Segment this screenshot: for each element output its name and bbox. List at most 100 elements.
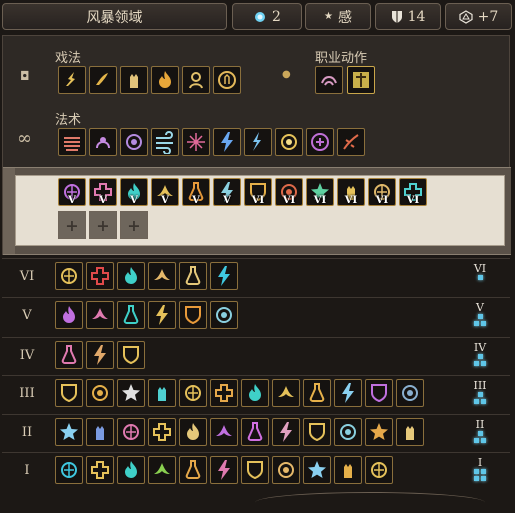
- spell-slot[interactable]: [117, 262, 145, 290]
- spell-slot[interactable]: V: [58, 178, 86, 206]
- spell-slot[interactable]: [337, 128, 365, 156]
- ability-indicator[interactable]: ★ 感: [305, 3, 371, 30]
- spell-slot[interactable]: [86, 379, 114, 407]
- spell-slot[interactable]: [117, 379, 145, 407]
- spell-slot[interactable]: [86, 301, 114, 329]
- spell-slot[interactable]: [210, 262, 238, 290]
- spell-slot[interactable]: [272, 418, 300, 446]
- class-action-slot[interactable]: [347, 66, 375, 94]
- spell-slot[interactable]: [210, 379, 238, 407]
- spell-slot[interactable]: [89, 128, 117, 156]
- spell-slot[interactable]: [334, 456, 362, 484]
- spell-slot[interactable]: V: [182, 178, 210, 206]
- spell-slots-counter[interactable]: 2: [232, 3, 302, 30]
- slot-count-indicator[interactable]: I: [469, 457, 491, 481]
- spell-slot[interactable]: V: [89, 178, 117, 206]
- spell-level-badge: V: [99, 195, 107, 206]
- spell-slot[interactable]: [210, 301, 238, 329]
- spell-slot[interactable]: [210, 456, 238, 484]
- spell-slot[interactable]: [244, 128, 272, 156]
- spell-slot[interactable]: VI: [244, 178, 272, 206]
- slot-count-indicator[interactable]: V: [469, 302, 491, 326]
- spell-slot[interactable]: [58, 128, 86, 156]
- spell-slot[interactable]: [334, 379, 362, 407]
- empty-prepared-slot[interactable]: +: [89, 211, 117, 239]
- slot-count-indicator[interactable]: III: [469, 380, 491, 404]
- spell-slot[interactable]: [241, 456, 269, 484]
- star-icon: [122, 384, 140, 401]
- cantrip-slot[interactable]: [151, 66, 179, 94]
- spell-slot[interactable]: [55, 301, 83, 329]
- spell-slot[interactable]: V: [213, 178, 241, 206]
- spell-slot[interactable]: [117, 456, 145, 484]
- attack-bonus-indicator[interactable]: +7: [445, 3, 512, 30]
- rune-icon: [371, 462, 387, 478]
- spell-slot[interactable]: [55, 262, 83, 290]
- spell-slot[interactable]: [210, 418, 238, 446]
- spell-slot[interactable]: [179, 418, 207, 446]
- spell-slot[interactable]: [365, 418, 393, 446]
- spell-slot[interactable]: VI: [399, 178, 427, 206]
- spell-slot[interactable]: [182, 128, 210, 156]
- spell-slot[interactable]: V: [151, 178, 179, 206]
- spell-slot[interactable]: [86, 456, 114, 484]
- spell-slot[interactable]: [55, 418, 83, 446]
- spell-slot[interactable]: [151, 128, 179, 156]
- spell-slot[interactable]: [86, 341, 114, 369]
- spell-slot[interactable]: [117, 301, 145, 329]
- armor-class-indicator[interactable]: 14: [375, 3, 441, 30]
- spell-slot[interactable]: V: [120, 178, 148, 206]
- spell-slot[interactable]: [55, 341, 83, 369]
- spell-slot[interactable]: [396, 418, 424, 446]
- cantrip-slot[interactable]: [58, 66, 86, 94]
- spell-slot[interactable]: [148, 418, 176, 446]
- spell-slot[interactable]: [55, 456, 83, 484]
- spell-level-badge: VI: [251, 195, 265, 206]
- class-action-slot[interactable]: [315, 66, 343, 94]
- spell-slot[interactable]: [365, 456, 393, 484]
- empty-prepared-slot[interactable]: +: [58, 211, 86, 239]
- spell-slot[interactable]: [148, 262, 176, 290]
- spell-slot[interactable]: [55, 379, 83, 407]
- spell-slot[interactable]: [213, 128, 241, 156]
- spell-slot[interactable]: [334, 418, 362, 446]
- spell-slot[interactable]: VI: [275, 178, 303, 206]
- spell-slot[interactable]: [396, 379, 424, 407]
- spell-slot[interactable]: [117, 341, 145, 369]
- spell-slot[interactable]: [148, 456, 176, 484]
- spell-slot[interactable]: [179, 456, 207, 484]
- cantrip-slot[interactable]: [120, 66, 148, 94]
- empty-prepared-slot[interactable]: +: [120, 211, 148, 239]
- spell-slot[interactable]: [306, 128, 334, 156]
- spell-slot[interactable]: [241, 418, 269, 446]
- cantrip-slot[interactable]: [182, 66, 210, 94]
- spell-slot[interactable]: [303, 379, 331, 407]
- spell-slot[interactable]: [86, 418, 114, 446]
- slot-count-indicator[interactable]: II: [469, 419, 491, 443]
- slot-count-indicator[interactable]: IV: [469, 342, 491, 366]
- bolt-icon: [280, 422, 292, 442]
- spell-slot[interactable]: [303, 418, 331, 446]
- spell-slot[interactable]: [272, 456, 300, 484]
- spell-slot[interactable]: [365, 379, 393, 407]
- spell-slot[interactable]: [148, 301, 176, 329]
- spell-slot[interactable]: [179, 301, 207, 329]
- spell-slot[interactable]: VI: [368, 178, 396, 206]
- spell-slot[interactable]: VI: [306, 178, 334, 206]
- spell-slot[interactable]: [120, 128, 148, 156]
- slot-count-indicator[interactable]: VI: [469, 263, 491, 280]
- spell-slot[interactable]: [303, 456, 331, 484]
- spell-slot[interactable]: [179, 262, 207, 290]
- spell-slot[interactable]: [148, 379, 176, 407]
- row-level-numeral: VI: [473, 262, 487, 275]
- spell-slot[interactable]: [179, 379, 207, 407]
- spell-slot[interactable]: [241, 379, 269, 407]
- cantrip-slot[interactable]: [213, 66, 241, 94]
- spell-slot[interactable]: [117, 418, 145, 446]
- spell-slot[interactable]: [86, 262, 114, 290]
- class-tab-title[interactable]: 风暴领域: [2, 3, 227, 30]
- cantrip-slot[interactable]: [89, 66, 117, 94]
- spell-slot[interactable]: [272, 379, 300, 407]
- spell-slot[interactable]: [275, 128, 303, 156]
- spell-slot[interactable]: VI: [337, 178, 365, 206]
